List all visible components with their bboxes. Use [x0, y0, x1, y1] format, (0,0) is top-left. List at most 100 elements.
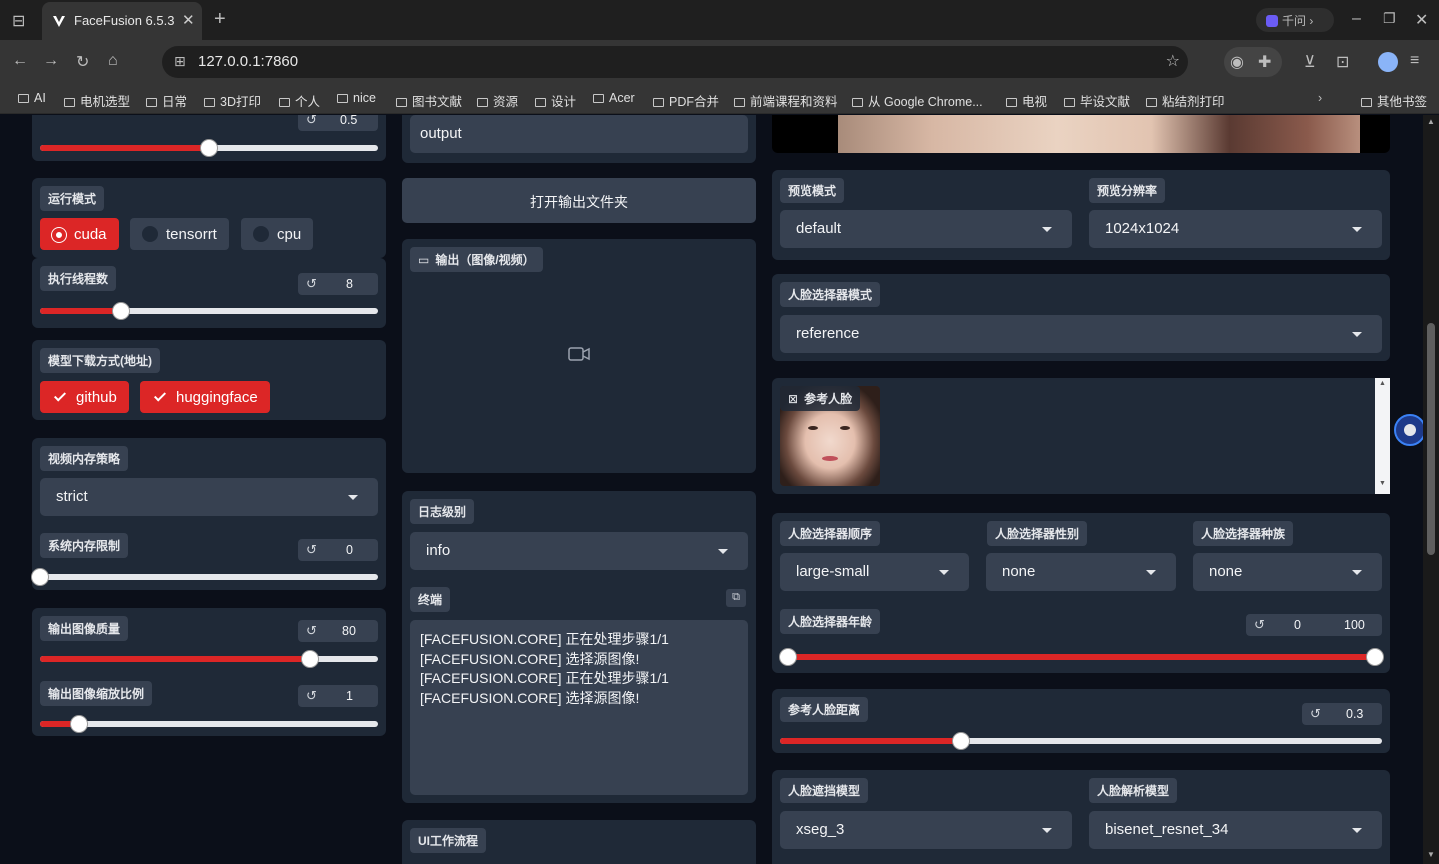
close-tab-icon[interactable]: ✕ — [182, 11, 195, 29]
page-scrollbar[interactable]: ▲ ▼ — [1423, 115, 1439, 864]
slider-thumb-min[interactable] — [779, 648, 797, 666]
face-selector-gender-dropdown[interactable]: none — [986, 553, 1176, 591]
output-image-scale-slider[interactable] — [40, 715, 378, 733]
preview-mode-dropdown[interactable]: default — [780, 210, 1072, 248]
menu-icon[interactable]: ≡ — [1410, 52, 1419, 70]
provider-cpu-radio[interactable]: cpu — [241, 218, 314, 250]
slider-thumb[interactable] — [951, 732, 970, 750]
minimize-icon[interactable]: – — [1352, 10, 1361, 28]
site-info-icon[interactable]: ⊞ — [174, 53, 186, 70]
other-bookmarks[interactable]: 其他书签 — [1361, 91, 1427, 110]
output-image-scale-number[interactable]: ↺ 1 — [298, 685, 378, 707]
preview-resolution-dropdown[interactable]: 1024x1024 — [1089, 210, 1382, 248]
terminal-output[interactable]: [FACEFUSION.CORE] 正在处理步骤1/1 [FACEFUSION.… — [410, 620, 748, 795]
reset-icon[interactable]: ↺ — [306, 688, 317, 704]
bookmark-folder[interactable]: 日常 — [146, 91, 187, 110]
top-slider-number[interactable]: ↺ 0.5 — [298, 115, 378, 131]
thread-count-number[interactable]: ↺ 8 — [298, 273, 378, 295]
provider-cuda-radio[interactable]: cuda — [40, 218, 119, 250]
reset-icon[interactable]: ↺ — [306, 542, 317, 558]
scroll-down-icon[interactable]: ▼ — [1427, 850, 1435, 859]
scroll-down-icon[interactable]: ▼ — [1379, 480, 1386, 487]
extension-icon[interactable]: ◉ — [1230, 52, 1244, 72]
top-slider-value: 0.5 — [340, 115, 358, 127]
reference-face-distance-slider[interactable] — [780, 732, 1382, 750]
bookmark-folder[interactable]: 毕设文献 — [1064, 91, 1130, 110]
bookmark-folder[interactable]: AI — [18, 91, 46, 105]
bookmark-folder[interactable]: 资源 — [477, 91, 518, 110]
reset-icon[interactable]: ↺ — [1310, 706, 1321, 722]
bookmark-folder[interactable]: 前端课程和资料 — [734, 91, 838, 110]
browser-tab[interactable]: FaceFusion 6.5.3 ✕ — [42, 2, 202, 40]
output-image-quality-number[interactable]: ↺ 80 — [298, 620, 378, 642]
bookmark-folder[interactable]: 从 Google Chrome... — [852, 91, 983, 110]
bookmark-folder[interactable]: 图书文献 — [396, 91, 462, 110]
download-icon[interactable]: ⊻ — [1304, 52, 1316, 72]
bookmark-folder[interactable]: PDF合并 — [653, 91, 719, 110]
face-parser-model-dropdown[interactable]: bisenet_resnet_34 — [1089, 811, 1382, 849]
face-selector-age-range[interactable]: ↺ 0 100 — [1246, 614, 1382, 636]
reset-icon[interactable]: ↺ — [306, 115, 317, 128]
download-github-checkbox[interactable]: github — [40, 381, 129, 413]
output-image-quality-slider[interactable] — [40, 650, 378, 668]
close-window-icon[interactable]: ✕ — [1415, 10, 1428, 30]
reference-face-distance-number[interactable]: ↺ 0.3 — [1302, 703, 1382, 725]
reload-icon[interactable]: ↻ — [76, 52, 89, 72]
profile-avatar[interactable] — [1378, 52, 1398, 72]
bookmark-folder[interactable]: 3D打印 — [204, 91, 261, 110]
log-level-dropdown[interactable]: info — [410, 532, 748, 570]
qianwen-button[interactable]: 千问 › — [1256, 8, 1334, 32]
top-slider-track[interactable] — [40, 139, 378, 157]
face-selector-race-dropdown[interactable]: none — [1193, 553, 1382, 591]
scroll-up-icon[interactable]: ▲ — [1427, 117, 1435, 126]
reset-icon[interactable]: ↺ — [1254, 617, 1265, 633]
open-output-folder-button[interactable]: 打开输出文件夹 — [402, 178, 756, 223]
slider-thumb[interactable] — [69, 715, 88, 733]
copy-icon[interactable]: ⧉ — [726, 589, 746, 607]
bookmark-folder[interactable]: nice — [337, 91, 376, 105]
gallery-scrollbar[interactable]: ▲ ▼ — [1375, 378, 1390, 494]
address-bar[interactable]: ⊞ 127.0.0.1:7860 ☆ — [162, 46, 1188, 78]
restore-icon[interactable]: ❐ — [1383, 10, 1396, 27]
system-memory-label: 系统内存限制 — [40, 533, 129, 558]
thread-count-slider[interactable] — [40, 302, 378, 320]
face-selector-order-dropdown[interactable]: large-small — [780, 553, 969, 591]
bookmarks-overflow-icon[interactable]: › — [1318, 91, 1322, 105]
puzzle-icon[interactable]: ✚ — [1258, 52, 1271, 72]
slider-thumb[interactable] — [200, 139, 218, 157]
back-icon[interactable]: ← — [12, 52, 28, 70]
face-selector-age-slider[interactable] — [779, 648, 1384, 666]
new-tab-icon[interactable]: + — [214, 8, 226, 31]
slider-thumb[interactable] — [301, 650, 320, 668]
slider-thumb-max[interactable] — [1366, 648, 1384, 666]
forward-icon[interactable]: → — [43, 52, 59, 70]
bookmark-star-icon[interactable]: ☆ — [1166, 51, 1180, 71]
bookmark-folder[interactable]: 电视 — [1006, 91, 1047, 110]
reset-icon[interactable]: ↺ — [306, 276, 317, 292]
face-selector-mode-dropdown[interactable]: reference — [780, 315, 1382, 353]
face-occluder-model-dropdown[interactable]: xseg_3 — [780, 811, 1072, 849]
reset-icon[interactable]: ↺ — [306, 623, 317, 639]
output-path-input[interactable]: output — [410, 115, 748, 153]
bookmark-folder[interactable]: 设计 — [535, 91, 576, 110]
floating-assistant-button[interactable] — [1394, 414, 1426, 446]
scrollbar-thumb[interactable] — [1427, 323, 1435, 555]
bookmark-folder[interactable]: Acer — [593, 91, 635, 105]
provider-tensorrt-radio[interactable]: tensorrt — [130, 218, 229, 250]
bookmark-folder[interactable]: 电机选型 — [64, 91, 130, 110]
scroll-up-icon[interactable]: ▲ — [1379, 380, 1386, 387]
bookmark-folder[interactable]: 粘结剂打印 — [1146, 91, 1225, 110]
tab-actions-icon[interactable]: ⊟ — [12, 11, 25, 31]
system-memory-slider[interactable] — [31, 568, 378, 586]
reading-list-icon[interactable]: ⊡ — [1336, 52, 1349, 72]
age-min-value: 0 — [1294, 618, 1301, 632]
download-huggingface-checkbox[interactable]: huggingface — [140, 381, 270, 413]
folder-icon — [146, 98, 157, 107]
download-providers-block: 模型下载方式(地址) github huggingface — [32, 340, 386, 420]
slider-thumb[interactable] — [31, 568, 49, 586]
video-memory-dropdown[interactable]: strict — [40, 478, 378, 516]
bookmark-folder[interactable]: 个人 — [279, 91, 320, 110]
slider-thumb[interactable] — [112, 302, 131, 320]
system-memory-number[interactable]: ↺ 0 — [298, 539, 378, 561]
home-icon[interactable]: ⌂ — [108, 52, 118, 70]
